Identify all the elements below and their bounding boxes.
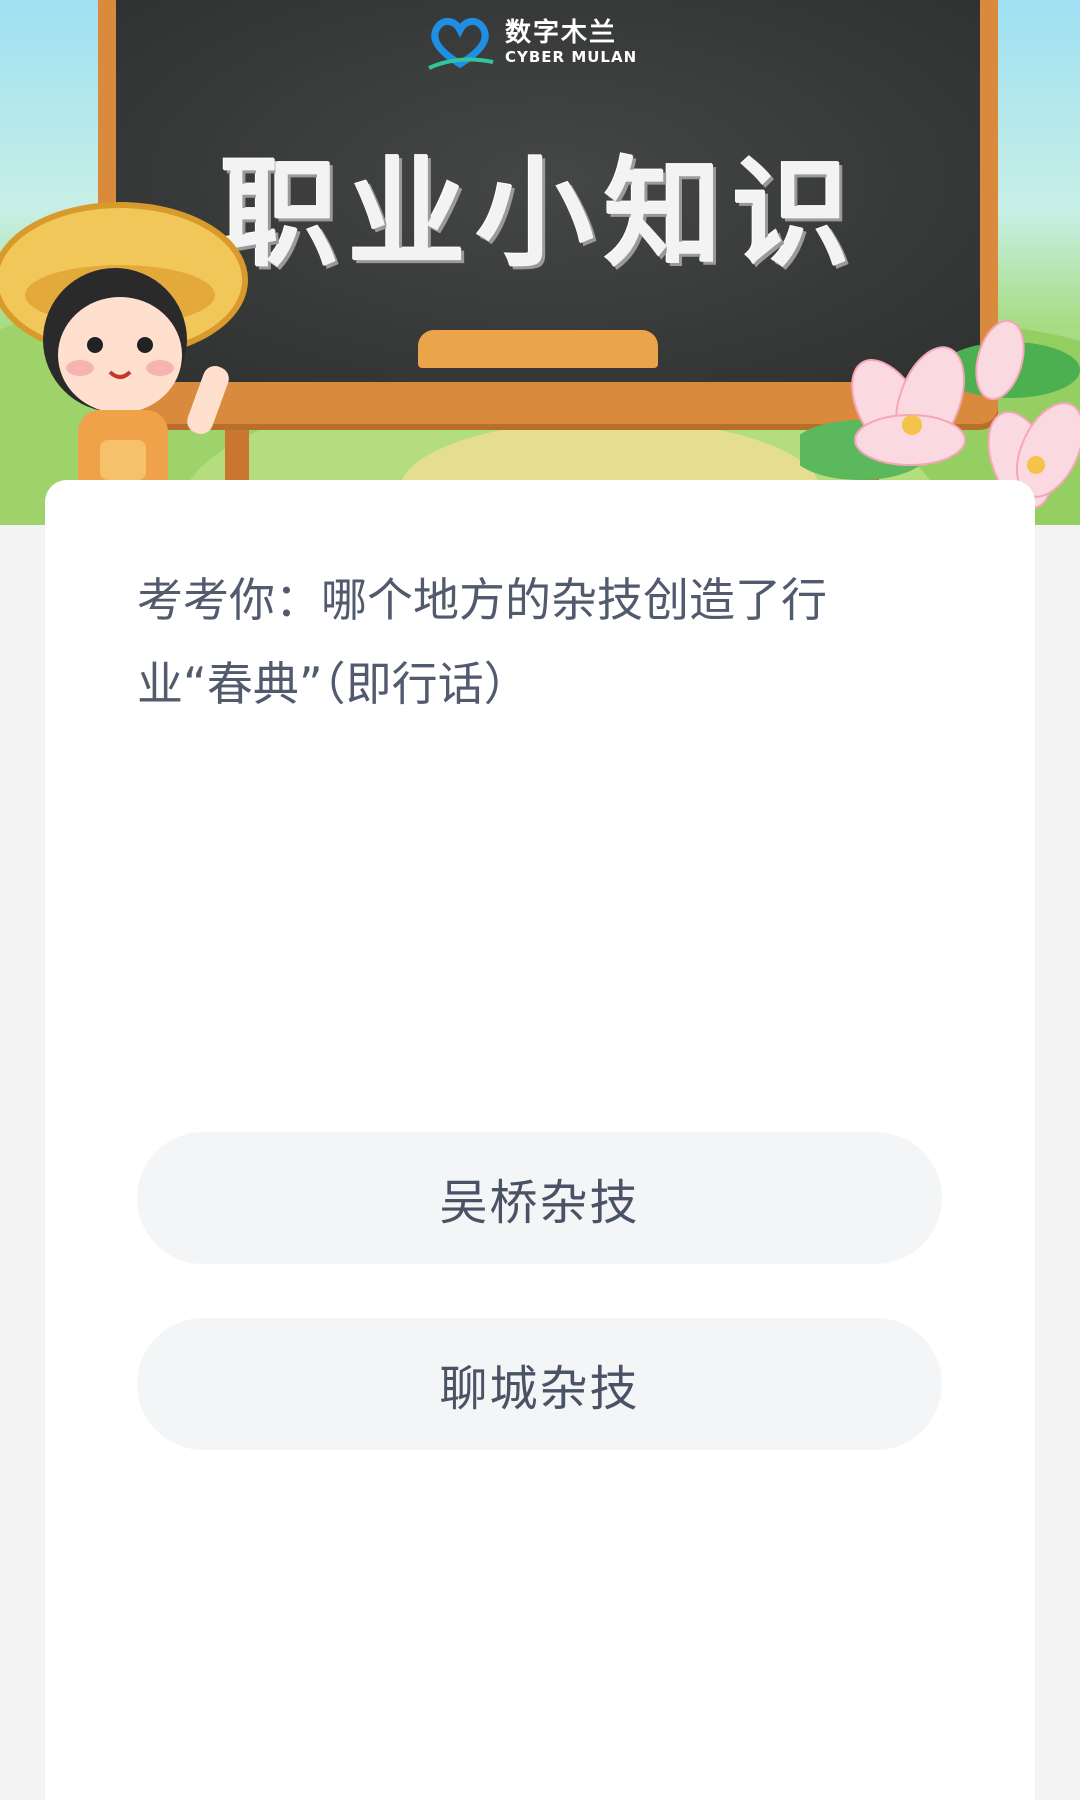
header-banner: 数字木兰 CYBER MULAN 职业小知识: [0, 0, 1080, 525]
answer-option-2[interactable]: 聊城杂技: [137, 1318, 942, 1450]
chalk-ledge: [418, 330, 658, 368]
logo-english-text: CYBER MULAN: [505, 47, 638, 66]
brand-logo: 数字木兰 CYBER MULAN: [425, 12, 637, 72]
quiz-card: 考考你：哪个地方的杂技创造了行业“春典”（即行话） 吴桥杂技 聊城杂技: [45, 480, 1035, 1800]
girl-illustration: [0, 202, 248, 520]
heart-logo-icon: [428, 18, 494, 70]
logo-chinese-text: 数字木兰: [505, 17, 618, 48]
answer-option-1[interactable]: 吴桥杂技: [137, 1132, 942, 1264]
answer-option-label: 吴桥杂技: [439, 1175, 640, 1231]
answer-option-label: 聊城杂技: [439, 1361, 640, 1417]
quiz-question: 考考你：哪个地方的杂技创造了行业“春典”（即行话）: [137, 573, 827, 711]
